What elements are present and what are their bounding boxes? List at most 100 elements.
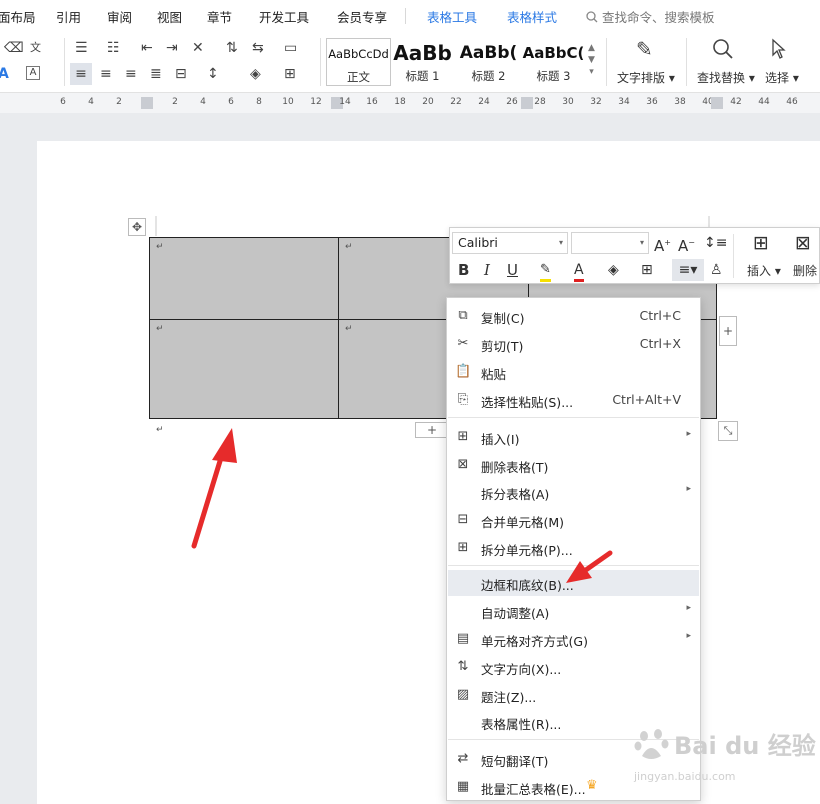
- tab-references[interactable]: 引用: [56, 7, 81, 26]
- menu-item-label: 题注(Z)...: [481, 690, 537, 705]
- menu-item-delete-table[interactable]: ⊠ 删除表格(T): [448, 452, 699, 478]
- align-center-icon[interactable]: ≡: [100, 66, 112, 82]
- justify-icon[interactable]: ≣: [150, 66, 162, 82]
- menu-item-cut[interactable]: ✂ 剪切(T) Ctrl+X: [448, 331, 699, 357]
- delete-label[interactable]: 删除: [793, 262, 817, 279]
- menu-item-caption[interactable]: ▨ 题注(Z)...: [448, 682, 699, 708]
- border-icon[interactable]: ⊞: [641, 261, 653, 279]
- table-insert-icon[interactable]: ⊞: [753, 232, 769, 254]
- bold-icon[interactable]: B: [458, 261, 469, 279]
- menu-item-merge-cells[interactable]: ⊟ 合并单元格(M): [448, 507, 699, 533]
- toolbar-divider: [64, 38, 65, 86]
- find-replace-icon[interactable]: [712, 38, 734, 64]
- show-marks-icon[interactable]: ▭: [284, 40, 297, 56]
- ruler-margin-marker[interactable]: [711, 97, 723, 109]
- toolbar-divider: [733, 234, 734, 278]
- add-column-button[interactable]: +: [719, 316, 737, 346]
- menu-item-split-table[interactable]: 拆分表格(A) ▸: [448, 479, 699, 505]
- chinese-layout-icon[interactable]: ✕: [192, 40, 204, 56]
- menu-item-cell-alignment[interactable]: ▤ 单元格对齐方式(G) ▸: [448, 626, 699, 652]
- font-color-icon[interactable]: A: [574, 261, 584, 282]
- menu-item-split-cells[interactable]: ⊞ 拆分单元格(P)...: [448, 535, 699, 561]
- style-heading-1[interactable]: AaBb 标题 1: [391, 38, 454, 84]
- bullet-list-icon[interactable]: ☰: [75, 40, 88, 56]
- decrease-indent-icon[interactable]: ⇤: [141, 40, 153, 56]
- increase-indent-icon[interactable]: ⇥: [166, 40, 178, 56]
- tab-page-layout[interactable]: 面布局: [0, 7, 36, 26]
- table-delete-icon[interactable]: ⊠: [795, 232, 811, 254]
- tab-chapter[interactable]: 章节: [207, 7, 232, 26]
- shrink-font-icon[interactable]: A−: [678, 234, 695, 255]
- menu-divider: [448, 417, 699, 418]
- distributed-align-icon[interactable]: ⊟: [175, 66, 187, 82]
- eraser-icon[interactable]: ⌫: [4, 40, 24, 56]
- copy-icon: ⧉: [458, 308, 468, 323]
- text-layout-label[interactable]: 文字排版 ▾: [617, 69, 675, 86]
- font-color-icon[interactable]: A: [0, 66, 9, 82]
- menu-item-borders-shading[interactable]: 边框和底纹(B)...: [448, 570, 699, 596]
- paw-logo-icon: [634, 729, 669, 759]
- style-heading-3[interactable]: AaBbC( 标题 3: [522, 38, 585, 84]
- underline-icon[interactable]: U: [507, 261, 518, 279]
- tab-review[interactable]: 审阅: [107, 7, 132, 26]
- tab-view[interactable]: 视图: [157, 7, 182, 26]
- menu-item-copy[interactable]: ⧉ 复制(C) Ctrl+C: [448, 303, 699, 329]
- search-icon: [586, 11, 598, 23]
- toolbar-divider: [686, 38, 687, 86]
- grow-font-icon[interactable]: A+: [654, 234, 671, 255]
- border-icon[interactable]: ⊞: [284, 66, 296, 82]
- phonetic-guide-icon[interactable]: 文: [30, 40, 41, 56]
- ruler-number: 36: [646, 97, 658, 107]
- paragraph-direction-icon[interactable]: ⇆: [252, 40, 264, 56]
- shading-icon[interactable]: ◈: [608, 261, 619, 279]
- select-label[interactable]: 选择 ▾: [765, 69, 799, 86]
- tab-developer[interactable]: 开发工具: [259, 7, 309, 26]
- align-right-icon[interactable]: ≡: [125, 66, 137, 82]
- line-spacing-icon[interactable]: ↕: [207, 66, 219, 82]
- menu-item-autofit[interactable]: 自动调整(A) ▸: [448, 598, 699, 624]
- paragraph-mark: ↵: [345, 242, 353, 252]
- menu-item-text-direction[interactable]: ⇅ 文字方向(X)...: [448, 654, 699, 680]
- align-left-icon[interactable]: ≡: [70, 63, 92, 85]
- font-name-value: Calibri: [458, 235, 498, 250]
- menu-item-paste-special[interactable]: ⎘ 选择性粘贴(S)... Ctrl+Alt+V: [448, 387, 699, 413]
- style-normal[interactable]: AaBbCcDd 正文: [326, 38, 391, 86]
- style-sample: AaBbCcDd: [328, 47, 389, 61]
- tab-table-style[interactable]: 表格样式: [507, 7, 557, 26]
- italic-icon[interactable]: I: [484, 261, 490, 279]
- table-resize-icon[interactable]: ⤡: [718, 421, 738, 441]
- menu-item-label: 合并单元格(M): [481, 515, 565, 530]
- horizontal-ruler[interactable]: 6 4 2 2 4 6 8 10 12 14 16 18 20 22 24 26…: [0, 93, 820, 113]
- sort-icon[interactable]: ⇅: [226, 40, 238, 56]
- find-replace-label[interactable]: 查找替换 ▾: [697, 69, 755, 86]
- shading-icon[interactable]: ◈: [250, 66, 261, 82]
- table-cell[interactable]: ↵: [150, 320, 339, 418]
- style-heading-2[interactable]: AaBb( 标题 2: [457, 38, 520, 84]
- font-size-select[interactable]: ▾: [571, 232, 649, 254]
- menu-item-insert[interactable]: ⊞ 插入(I) ▸: [448, 424, 699, 450]
- command-search[interactable]: 查找命令、搜索模板: [586, 7, 715, 26]
- select-cursor-icon[interactable]: [770, 38, 788, 64]
- text-layout-icon[interactable]: ✎: [636, 38, 653, 60]
- numbered-list-icon[interactable]: ☷: [107, 40, 120, 56]
- ruler-margin-marker[interactable]: [141, 97, 153, 109]
- menu-item-label: 拆分单元格(P)...: [481, 543, 573, 558]
- format-painter-icon[interactable]: ♙: [710, 261, 723, 279]
- menu-item-paste[interactable]: 📋 粘贴: [448, 359, 699, 385]
- table-move-handle-icon[interactable]: ✥: [128, 218, 146, 236]
- style-scroll-icon[interactable]: ▲ ▼ ▾: [588, 42, 595, 78]
- toolbar-divider: [606, 38, 607, 86]
- font-name-select[interactable]: Calibri ▾: [452, 232, 568, 254]
- tab-member[interactable]: 会员专享: [337, 7, 387, 26]
- line-spacing-icon[interactable]: ↕≡: [704, 234, 727, 252]
- ruler-number: 4: [88, 97, 94, 107]
- paragraph-mark: ↵: [345, 324, 353, 334]
- table-cell[interactable]: ↵: [150, 238, 339, 320]
- menu-item-label: 粘贴: [481, 367, 507, 382]
- tab-table-tools[interactable]: 表格工具: [427, 7, 477, 26]
- highlight-icon[interactable]: ✎: [540, 261, 551, 282]
- insert-label[interactable]: 插入 ▾: [747, 262, 781, 279]
- add-row-button[interactable]: +: [415, 422, 449, 438]
- align-icon[interactable]: ≡▾: [672, 259, 704, 281]
- char-border-icon[interactable]: A: [26, 66, 40, 80]
